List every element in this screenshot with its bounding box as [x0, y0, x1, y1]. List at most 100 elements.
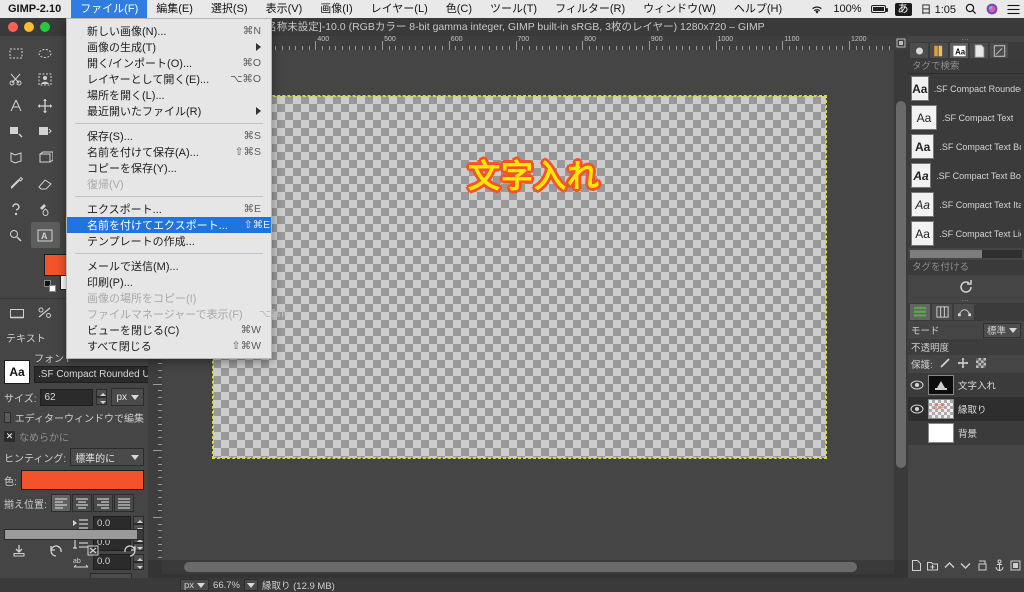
new-layer-icon[interactable] [910, 559, 923, 577]
navigation-preview-button[interactable] [894, 36, 908, 50]
menu-4[interactable]: 画像(I) [311, 0, 361, 18]
layer-row[interactable]: 文字 縁取り [908, 397, 1024, 421]
layer-row[interactable]: 文字入れ [908, 373, 1024, 397]
text-color-swatch[interactable] [20, 470, 144, 490]
file-menu-item[interactable]: 最近開いたファイル(R) [67, 103, 271, 119]
canvas-text-layer[interactable]: 文字入れ [468, 151, 600, 197]
menu-8[interactable]: フィルター(R) [546, 0, 634, 18]
editor-window-checkbox[interactable] [4, 412, 11, 423]
clone-icon[interactable] [2, 196, 31, 222]
font-list-item[interactable]: Aa .SF Compact Text Italic [908, 190, 1024, 219]
delete-layer-icon[interactable] [1009, 559, 1022, 577]
menu-9[interactable]: ウィンドウ(W) [634, 0, 725, 18]
layers-tab-layers-icon[interactable] [910, 304, 930, 320]
search-icon[interactable] [965, 3, 977, 15]
file-menu-item[interactable]: ビューを閉じる(C) ⌘W [67, 322, 271, 338]
menu-10[interactable]: ヘルプ(H) [725, 0, 791, 18]
file-menu-item[interactable]: レイヤーとして開く(E)... ⌥⌘O [67, 71, 271, 87]
lock-position-icon[interactable] [957, 357, 969, 372]
file-menu-item[interactable]: 開く/インポート(O)... ⌘O [67, 55, 271, 71]
file-menu-item[interactable]: メールで送信(M)... [67, 258, 271, 274]
file-menu-item[interactable]: 新しい画像(N)... ⌘N [67, 23, 271, 39]
scissors-select-icon[interactable] [2, 66, 31, 92]
status-zoom-combo[interactable] [243, 579, 258, 591]
status-unit-combo[interactable]: px [180, 579, 210, 591]
anchor-layer-icon[interactable] [993, 559, 1006, 577]
save-options-icon[interactable] [12, 544, 26, 560]
menu-1[interactable]: 編集(E) [147, 0, 202, 18]
file-menu-item[interactable]: 画像の生成(T) [67, 39, 271, 55]
font-list[interactable]: Aa.SF Compact Rounded Ultra-BoldAa.SF Co… [908, 74, 1024, 248]
siri-icon[interactable] [986, 3, 998, 15]
canvas-vertical-scrollbar[interactable] [894, 50, 908, 560]
hinting-combo[interactable]: 標準的に [70, 448, 144, 466]
cage-transform-icon[interactable] [2, 144, 31, 170]
file-menu-item[interactable]: 名前を付けて保存(A)... ⇧⌘S [67, 144, 271, 160]
size-stepper[interactable] [96, 389, 108, 405]
align-button-2[interactable] [92, 494, 113, 512]
file-menu-item[interactable]: すべて閉じる ⇧⌘W [67, 338, 271, 354]
file-menu-dropdown[interactable]: 新しい画像(N)... ⌘N 画像の生成(T) 開く/インポート(O)... ⌘O レイヤ… [66, 18, 288, 359]
move-icon[interactable] [31, 92, 60, 118]
3d-transform-icon[interactable] [31, 144, 60, 170]
font-list-item[interactable]: Aa .SF Compact Text Bold Italic [908, 161, 1024, 190]
heal-icon[interactable] [31, 196, 60, 222]
battery-icon[interactable] [870, 5, 888, 13]
layers-tab-channels-icon[interactable] [932, 304, 952, 320]
menu-3[interactable]: 表示(V) [257, 0, 312, 18]
font-list-scrollbar[interactable] [910, 250, 1022, 258]
font-list-item[interactable]: Aa .SF Compact Text [908, 103, 1024, 132]
dodge-burn-icon[interactable] [2, 222, 31, 248]
new-group-icon[interactable] [926, 559, 939, 577]
layer-visibility-toggle[interactable] [910, 404, 924, 414]
mode-combo[interactable]: 標準 [982, 322, 1021, 338]
duplicate-layer-icon[interactable] [976, 559, 989, 577]
dock-tab-templates-icon[interactable] [990, 43, 1008, 58]
editor-window-row[interactable]: エディターウィンドウで編集 [4, 410, 144, 425]
align-button-3[interactable] [113, 494, 134, 512]
wifi-icon[interactable] [810, 4, 824, 15]
tag-search-input[interactable]: タグで検索 [908, 59, 1024, 74]
rect-select-icon[interactable] [2, 40, 31, 66]
menu-6[interactable]: 色(C) [437, 0, 481, 18]
layers-tab-paths-icon[interactable] [954, 304, 974, 320]
align-button-0[interactable] [50, 494, 71, 512]
options-scrollbar[interactable] [4, 529, 144, 540]
dock-tab-documents-icon[interactable] [970, 43, 988, 58]
measure-icon[interactable] [2, 92, 31, 118]
font-list-item[interactable]: Aa .SF Compact Rounded Ultra-Bold [908, 74, 1024, 103]
dock-tab-brushes-icon[interactable] [910, 43, 928, 58]
file-menu-item[interactable]: エクスポート... ⌘E [67, 201, 271, 217]
align-button-1[interactable] [71, 494, 92, 512]
status-zoom-label[interactable]: 66.7% [213, 580, 240, 591]
lower-layer-icon[interactable] [959, 559, 972, 577]
reset-options-icon[interactable] [123, 544, 137, 560]
dock-tab-patterns-icon[interactable] [930, 43, 948, 58]
menu-2[interactable]: 選択(S) [202, 0, 257, 18]
raise-layer-icon[interactable] [943, 559, 956, 577]
ellipse-select-icon[interactable] [31, 40, 60, 66]
antialias-row[interactable]: ✕ なめらかに [4, 429, 144, 444]
image-window-icon[interactable] [4, 301, 30, 323]
canvas-horizontal-scrollbar[interactable] [162, 560, 894, 574]
layer-list[interactable]: 文字入れ 文字 縁取り 背景 [908, 373, 1024, 445]
foreground-select-icon[interactable] [31, 66, 60, 92]
delete-options-icon[interactable] [86, 544, 100, 560]
refresh-fonts-button[interactable] [908, 275, 1024, 297]
warp-icon[interactable] [31, 118, 60, 144]
image-canvas[interactable]: 文字入れ [212, 95, 827, 459]
file-menu-item[interactable]: 場所を開く(L)... [67, 87, 271, 103]
font-list-item[interactable]: Aa .SF Compact Text Light [908, 219, 1024, 248]
layer-visibility-toggle[interactable] [910, 380, 924, 390]
input-method-indicator[interactable]: あ [894, 2, 912, 16]
font-preview-button[interactable]: Aa [4, 360, 30, 384]
text-icon[interactable]: A [30, 222, 60, 248]
file-menu-item[interactable]: 保存(S)... ⌘S [67, 128, 271, 144]
size-input[interactable]: 62 [40, 388, 94, 406]
menu-0[interactable]: ファイル(F) [71, 0, 148, 18]
antialias-checkbox[interactable]: ✕ [4, 431, 15, 442]
file-menu-item[interactable]: コピーを保存(Y)... [67, 160, 271, 176]
font-list-item[interactable]: Aa .SF Compact Text Bold [908, 132, 1024, 161]
restore-options-icon[interactable] [49, 544, 63, 560]
file-menu-item[interactable]: テンプレートの作成... [67, 233, 271, 249]
